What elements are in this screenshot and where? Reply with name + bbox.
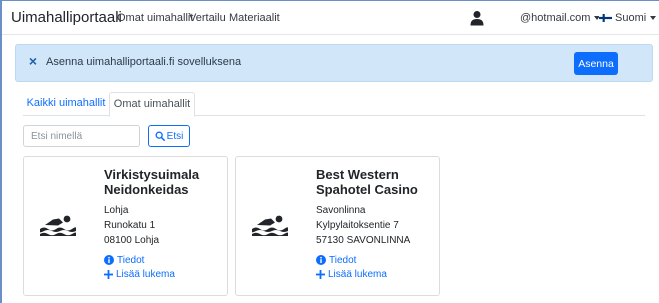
hall-card: Best Western Spahotel Casino Savonlinna … xyxy=(235,156,440,296)
hall-postal: 57130 SAVONLINNA xyxy=(316,235,411,246)
chevron-down-icon xyxy=(650,16,657,21)
nav-link-materiaalit[interactable]: Materiaalit xyxy=(229,12,280,24)
user-icon[interactable] xyxy=(470,10,484,26)
account-dropdown[interactable]: @hotmail.com xyxy=(520,12,601,24)
install-alert-text: Asenna uimahalliportaali.fi sovelluksena xyxy=(46,56,242,68)
nav-link-vertailu[interactable]: Vertailu xyxy=(189,12,226,24)
info-icon xyxy=(316,255,326,265)
finland-flag-icon xyxy=(599,14,612,22)
add-reading-link[interactable]: Lisää lukema xyxy=(316,269,387,280)
tab-kaikki-uimahallit[interactable]: Kaikki uimahallit xyxy=(23,92,109,116)
hall-tabs: Kaikki uimahallit Omat uimahallit xyxy=(23,92,645,117)
hall-card: Virkistysuimala Neidonkeidas Lohja Runok… xyxy=(23,156,228,296)
hall-name: Virkistysuimala Neidonkeidas xyxy=(104,167,200,197)
language-dropdown[interactable]: Suomi xyxy=(599,12,657,24)
hall-info-link[interactable]: Tiedot xyxy=(104,255,144,266)
language-label: Suomi xyxy=(615,12,647,24)
add-reading-link[interactable]: Lisää lukema xyxy=(104,269,175,280)
hall-info-link[interactable]: Tiedot xyxy=(316,255,356,266)
plus-icon xyxy=(104,270,113,279)
nav-link-omat-uimahallit[interactable]: Omat uimahallit xyxy=(117,12,193,24)
search-icon xyxy=(155,131,165,141)
account-email: @hotmail.com xyxy=(520,12,591,24)
install-button[interactable]: Asenna xyxy=(574,52,618,75)
search-button[interactable]: Etsi xyxy=(148,125,190,147)
hall-city: Lohja xyxy=(104,205,129,216)
install-app-alert: × Asenna uimahalliportaali.fi sovellukse… xyxy=(15,44,653,82)
swimmer-icon xyxy=(252,215,288,236)
app-window: Uimahalliportaali Omat uimahallit Vertai… xyxy=(0,0,659,303)
add-reading-label: Lisää lukema xyxy=(328,269,387,280)
search-input[interactable] xyxy=(23,125,140,147)
swimmer-icon xyxy=(40,215,76,236)
close-icon[interactable]: × xyxy=(26,53,40,69)
top-navbar: Uimahalliportaali Omat uimahallit Vertai… xyxy=(2,1,659,35)
hall-street: Kylpylaitoksentie 7 xyxy=(316,220,399,231)
hall-street: Runokatu 1 xyxy=(104,220,156,231)
hall-city: Savonlinna xyxy=(316,205,366,216)
hall-postal: 08100 Lohja xyxy=(104,235,160,246)
search-button-label: Etsi xyxy=(166,130,184,142)
info-icon xyxy=(104,255,114,265)
plus-icon xyxy=(316,270,325,279)
hall-info-label: Tiedot xyxy=(117,255,145,266)
hall-info-label: Tiedot xyxy=(329,255,357,266)
brand-link[interactable]: Uimahalliportaali xyxy=(11,9,122,26)
hall-name: Best Western Spahotel Casino xyxy=(316,167,418,197)
tab-omat-uimahallit[interactable]: Omat uimahallit xyxy=(109,92,195,117)
add-reading-label: Lisää lukema xyxy=(116,269,175,280)
